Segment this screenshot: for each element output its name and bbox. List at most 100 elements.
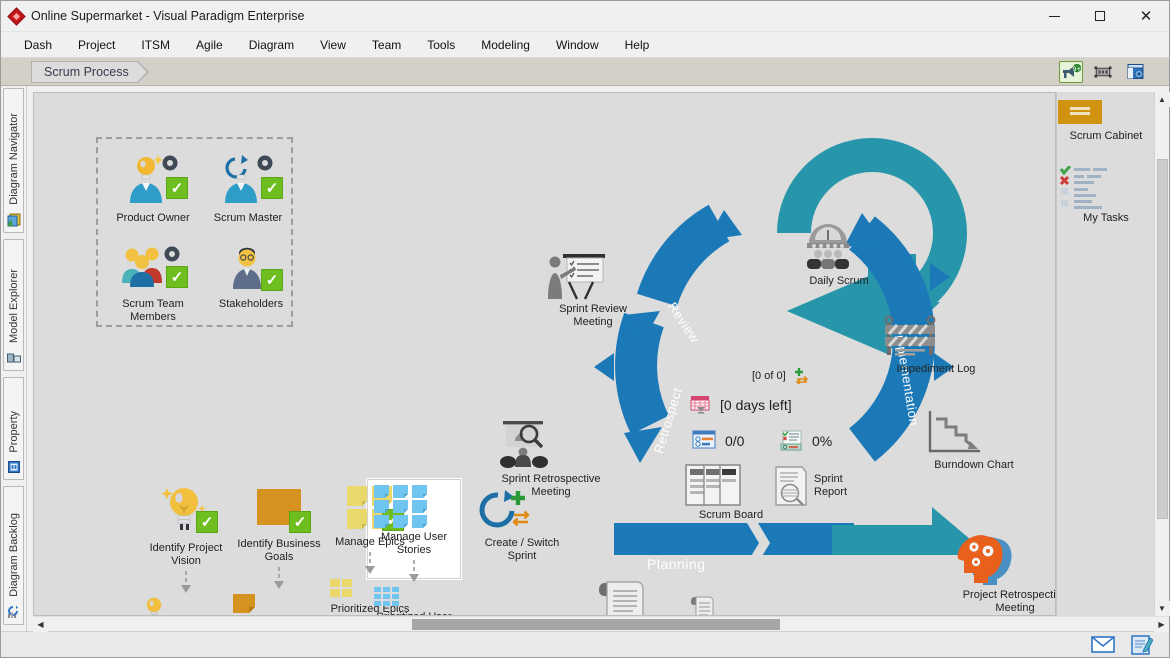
artifact-sprint-review-meeting[interactable]: Sprint Review Meeting bbox=[545, 251, 641, 329]
panel-item-my-tasks[interactable]: My Tasks bbox=[1057, 166, 1155, 225]
cycle-label-planning: Planning bbox=[647, 556, 706, 572]
scroll-document-icon bbox=[597, 579, 703, 615]
artifact-label: Project Retrospective Meeting bbox=[962, 589, 1056, 614]
sticky-note-icon: ✓ bbox=[253, 483, 311, 533]
role-scrum-master[interactable]: ✓ Scrum Master bbox=[207, 153, 289, 225]
menu-bar: Dash Project ITSM Agile Diagram View Tea… bbox=[1, 32, 1169, 58]
menu-item-dash[interactable]: Dash bbox=[11, 34, 65, 56]
burndown-chart-icon bbox=[924, 409, 1024, 457]
artifact-sprint-planning-meeting[interactable]: Sprint Planning Meeting bbox=[597, 579, 703, 615]
property-icon bbox=[6, 459, 22, 475]
calendar-icon bbox=[689, 393, 713, 417]
menu-item-help[interactable]: Help bbox=[612, 34, 663, 56]
menu-item-agile[interactable]: Agile bbox=[183, 34, 236, 56]
scroll-right-icon[interactable]: ▶ bbox=[1154, 616, 1169, 632]
main-body: Diagram Navigator Model Explorer Propert… bbox=[1, 86, 1170, 632]
menu-item-itsm[interactable]: ITSM bbox=[128, 34, 183, 56]
sidebar-tab-label: Diagram Backlog bbox=[7, 513, 20, 597]
scroll-left-icon[interactable]: ◀ bbox=[33, 616, 48, 632]
role-product-owner[interactable]: ✓ Product Owner bbox=[112, 153, 194, 225]
task-checklist-icon bbox=[1057, 166, 1155, 210]
task-manage-user-stories[interactable]: Manage User Stories bbox=[372, 483, 456, 615]
diagram-navigator-icon bbox=[6, 212, 22, 228]
person-cycle-icon: ✓ bbox=[217, 153, 283, 205]
scroll-up-icon[interactable]: ▲ bbox=[1154, 92, 1170, 107]
menu-item-tools[interactable]: Tools bbox=[414, 34, 468, 56]
artifact-label: Impediment Log bbox=[896, 363, 976, 375]
small-sticky-note-icon bbox=[231, 592, 327, 615]
person-glasses-icon: ✓ bbox=[225, 243, 283, 291]
analysis-magnifier-icon bbox=[493, 419, 609, 471]
artifact-scrum-board[interactable]: Scrum Board bbox=[684, 463, 778, 522]
role-stakeholders[interactable]: ✓ Stakeholders bbox=[210, 243, 292, 311]
svg-text:9+: 9+ bbox=[1073, 66, 1081, 73]
role-scrum-team-members[interactable]: ✓ Scrum Team Members bbox=[110, 243, 196, 324]
toolbar-icons: 9+ bbox=[1059, 60, 1169, 83]
menu-item-modeling[interactable]: Modeling bbox=[468, 34, 543, 56]
user-stories-grid-icon bbox=[372, 483, 456, 529]
task-identify-project-vision[interactable]: ✓ Identify Project Vision bbox=[141, 483, 231, 615]
artifact-sprint-report[interactable]: Sprint Report bbox=[772, 465, 872, 507]
window-settings-icon[interactable] bbox=[1123, 61, 1147, 83]
maximize-button[interactable] bbox=[1077, 1, 1123, 32]
app-logo-icon bbox=[1, 6, 31, 26]
percent-stat: 0% bbox=[779, 430, 832, 452]
breadcrumb-label: Scrum Process bbox=[31, 60, 139, 83]
minimize-button[interactable] bbox=[1031, 1, 1077, 32]
artifact-sprint-backlog[interactable]: Sprint Backlog bbox=[689, 595, 761, 615]
artifact-impediment-log[interactable]: Impediment Log bbox=[881, 315, 991, 376]
tasks-value: 0/0 bbox=[725, 433, 745, 449]
diagram-backlog-icon bbox=[6, 604, 22, 620]
menu-item-project[interactable]: Project bbox=[65, 34, 128, 56]
note-edit-icon[interactable] bbox=[1131, 634, 1153, 655]
scroll-down-icon[interactable]: ▼ bbox=[1154, 601, 1170, 616]
artifact-label: Sprint Review Meeting bbox=[559, 303, 627, 328]
check-badge-icon: ✓ bbox=[196, 511, 218, 533]
sidebar-tab-model-explorer[interactable]: Model Explorer bbox=[3, 239, 24, 372]
task-board-icon bbox=[692, 430, 718, 452]
task-identify-business-goals[interactable]: ✓ Identify Business Goals bbox=[231, 483, 327, 615]
artifact-daily-scrum[interactable]: Daily Scrum bbox=[797, 221, 881, 288]
horizontal-scroll-thumb[interactable] bbox=[412, 618, 780, 630]
horizontal-scrollbar[interactable]: ◀ ▶ bbox=[33, 616, 1169, 632]
cabinet-drawer-icon bbox=[1057, 98, 1155, 128]
title-bar: Online Supermarket - Visual Paradigm Ent… bbox=[1, 1, 1169, 32]
sidebar-tab-label: Model Explorer bbox=[7, 269, 20, 344]
person-lightbulb-icon: ✓ bbox=[122, 153, 188, 205]
scrum-shortcuts-panel: Scrum Cabinet My Tasks bbox=[1056, 92, 1154, 616]
vertical-scrollbar[interactable]: ▲ ▼ bbox=[1154, 92, 1170, 616]
announcement-icon[interactable]: 9+ bbox=[1059, 60, 1083, 83]
filmstrip-frame-icon[interactable] bbox=[1091, 61, 1115, 83]
percent-value: 0% bbox=[812, 433, 833, 449]
scrum-process-diagram[interactable]: ✓ Product Owner ✓ Scrum Master ✓ Scrum T… bbox=[33, 92, 1056, 616]
mail-icon[interactable] bbox=[1091, 636, 1115, 653]
sidebar-tab-property[interactable]: Property bbox=[3, 377, 24, 481]
artifact-sprint-retrospective-meeting[interactable]: Sprint Retrospective Meeting bbox=[493, 419, 609, 499]
artifact-burndown-chart[interactable]: Burndown Chart bbox=[924, 409, 1024, 472]
left-tab-strip: Diagram Navigator Model Explorer Propert… bbox=[1, 86, 27, 631]
artifact-project-retrospective-meeting[interactable]: Project Retrospective Meeting bbox=[954, 533, 1056, 615]
panel-item-scrum-cabinet[interactable]: Scrum Cabinet bbox=[1057, 98, 1155, 143]
artifact-label: Scrum Board bbox=[698, 509, 764, 521]
vertical-scroll-thumb[interactable] bbox=[1156, 159, 1168, 519]
role-label: Stakeholders bbox=[218, 298, 284, 310]
scrum-board-icon bbox=[684, 463, 778, 507]
menu-item-diagram[interactable]: Diagram bbox=[236, 34, 307, 56]
sidebar-tab-label: Property bbox=[7, 410, 20, 453]
sidebar-tab-diagram-backlog[interactable]: Diagram Backlog bbox=[3, 486, 24, 625]
menu-item-team[interactable]: Team bbox=[359, 34, 414, 56]
close-button[interactable]: ✕ bbox=[1123, 1, 1169, 32]
menu-item-window[interactable]: Window bbox=[543, 34, 612, 56]
sprint-count-stat: [0 of 0] bbox=[752, 367, 813, 384]
task-output-arrow-icon bbox=[409, 560, 419, 582]
menu-item-view[interactable]: View bbox=[307, 34, 359, 56]
add-switch-sprint-icon[interactable] bbox=[793, 367, 813, 384]
role-label: Scrum Team Members bbox=[122, 298, 184, 323]
action-create-switch-sprint[interactable]: Create / Switch Sprint bbox=[474, 489, 570, 563]
artifact-label: Sprint Report bbox=[814, 473, 848, 498]
task-output-arrow-icon bbox=[181, 571, 191, 593]
sidebar-tab-diagram-navigator[interactable]: Diagram Navigator bbox=[3, 88, 24, 234]
breadcrumb[interactable]: Scrum Process bbox=[31, 60, 151, 83]
task-label: Identify Project Vision bbox=[149, 542, 223, 567]
small-stories-grid-icon bbox=[372, 585, 456, 609]
